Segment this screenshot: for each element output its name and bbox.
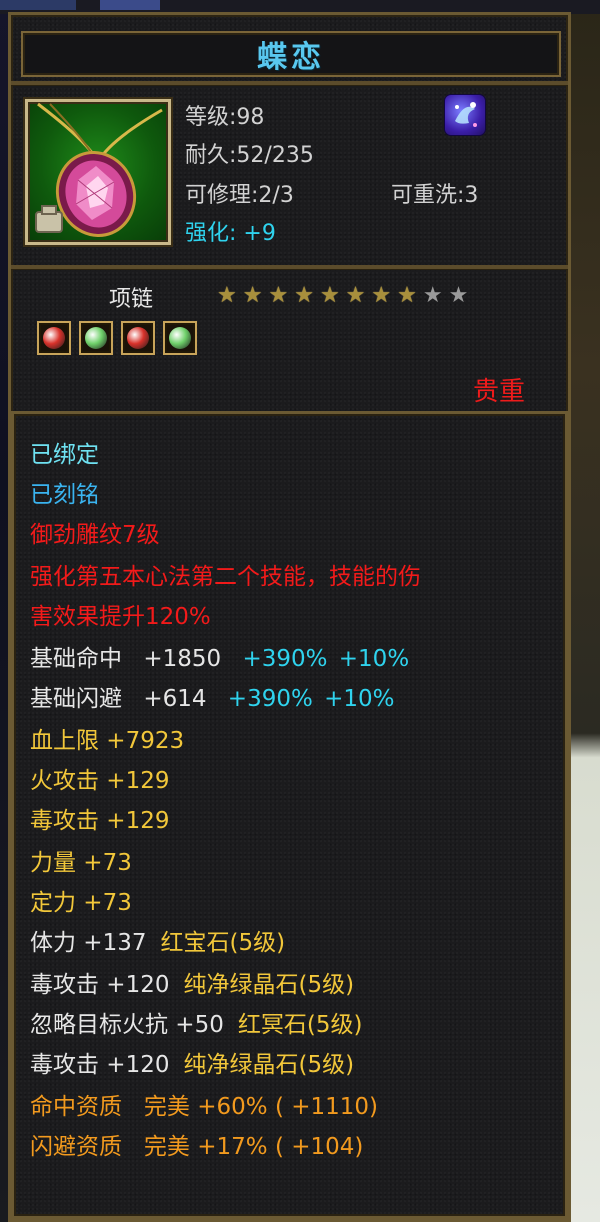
gem-slot[interactable] xyxy=(121,321,155,355)
gem-slot[interactable] xyxy=(37,321,71,355)
red-gem-icon xyxy=(43,327,65,349)
star-filled-icon: ★ xyxy=(268,283,289,308)
star-empty-icon: ★ xyxy=(422,283,443,308)
strength-stat: 力量 +73 xyxy=(30,850,132,876)
skill-effect-line2: 害效果提升120% xyxy=(30,604,211,630)
item-level: 等级:98 xyxy=(185,105,265,130)
skill-effect-line1: 强化第五本心法第二个技能，技能的伤 xyxy=(30,564,421,590)
gem-stat-row: 毒攻击 +120 纯净绿晶石(5级) xyxy=(30,1050,354,1080)
star-crystal-icon[interactable] xyxy=(445,95,485,135)
hp-stat: 血上限 +7923 xyxy=(30,728,185,754)
gem-name: 纯净绿晶石(5级) xyxy=(183,1052,355,1078)
item-enhance: 强化: +9 xyxy=(185,215,276,247)
red-gem-icon xyxy=(127,327,149,349)
engraved-status: 已刻铭 xyxy=(30,482,99,508)
dodge-bonus-extra: +10% xyxy=(324,686,395,712)
item-durability: 耐久:52/235 xyxy=(185,143,314,168)
hit-value: +1850 xyxy=(143,646,222,672)
hit-stat: 基础命中 +1850 +390% +10% xyxy=(30,644,409,674)
hit-bonus-percent: +390% xyxy=(242,646,328,672)
aptitude-dodge: 闪避资质 完美 +17% ( +104) xyxy=(30,1134,364,1160)
star-filled-icon: ★ xyxy=(371,283,392,308)
gem-stat: 忽略目标火抗 +50 xyxy=(30,1012,224,1038)
item-name: 蝶恋 xyxy=(257,40,325,75)
item-tooltip: 蝶恋 等级:98 耐久:52/235 可修理:2/3 可重洗:3 强化: +9 xyxy=(8,12,571,1222)
gem-name: 红宝石(5级) xyxy=(160,930,286,956)
focus-stat: 定力 +73 xyxy=(30,890,132,916)
gem-stat-row: 体力 +137 红宝石(5级) xyxy=(30,928,285,958)
gem-stat-row: 忽略目标火抗 +50 红冥石(5级) xyxy=(30,1010,362,1040)
gem-slot[interactable] xyxy=(79,321,113,355)
gem-slots xyxy=(37,321,197,355)
item-category: 项链 xyxy=(109,287,154,312)
dodge-label: 基础闪避 xyxy=(30,686,122,712)
star-crystal-glyph xyxy=(455,102,477,127)
fire-attack-stat: 火攻击 +129 xyxy=(30,768,170,794)
hit-label: 基础命中 xyxy=(30,646,122,672)
gem-slot[interactable] xyxy=(163,321,197,355)
background-right xyxy=(570,0,600,1222)
star-filled-icon: ★ xyxy=(294,283,314,308)
gem-stat-row: 毒攻击 +120 纯净绿晶石(5级) xyxy=(30,970,354,1000)
poison-attack-stat: 毒攻击 +129 xyxy=(30,808,170,834)
star-filled-icon: ★ xyxy=(242,283,263,308)
item-icon-frame[interactable] xyxy=(25,99,171,245)
enhance-label: 强化: xyxy=(185,221,237,246)
gem-name: 红冥石(5级) xyxy=(237,1012,363,1038)
green-gem-icon xyxy=(169,327,191,349)
pink-gem-necklace-icon xyxy=(35,102,163,237)
title-bar: 蝶恋 xyxy=(21,31,561,77)
attribute-section: 已绑定 已刻铭 御劲雕纹7级 强化第五本心法第二个技能，技能的伤 害效果提升12… xyxy=(11,411,568,1219)
background-window-fragment xyxy=(0,0,76,10)
gem-stat: 毒攻击 +120 xyxy=(30,1052,170,1078)
star-filled-icon: ★ xyxy=(319,283,340,308)
dodge-bonus-percent: +390% xyxy=(227,686,313,712)
gem-stat: 毒攻击 +120 xyxy=(30,972,170,998)
star-filled-icon: ★ xyxy=(345,283,366,308)
item-quality: 贵重 xyxy=(473,377,526,407)
gem-stat: 体力 +137 xyxy=(30,930,147,956)
dodge-value: +614 xyxy=(143,686,207,712)
enhance-value: +9 xyxy=(243,221,276,246)
background-window-fragment xyxy=(100,0,160,10)
bound-status: 已绑定 xyxy=(30,442,99,468)
divider xyxy=(11,81,568,85)
star-rating: ★ ★ ★ ★ ★ ★ ★ ★ ★ ★ xyxy=(217,285,468,307)
gem-name: 纯净绿晶石(5级) xyxy=(183,972,355,998)
green-gem-icon xyxy=(85,327,107,349)
aptitude-hit: 命中资质 完美 +60% ( +1110) xyxy=(30,1094,379,1120)
star-filled-icon: ★ xyxy=(217,283,237,308)
star-filled-icon: ★ xyxy=(397,283,417,308)
dodge-stat: 基础闪避 +614 +390% +10% xyxy=(30,684,395,714)
divider xyxy=(11,265,568,269)
item-rewash-count: 可重洗:3 xyxy=(391,183,479,208)
star-empty-icon: ★ xyxy=(448,283,469,308)
carving-level: 御劲雕纹7级 xyxy=(30,522,160,548)
item-repair-count: 可修理:2/3 xyxy=(185,183,294,208)
hit-bonus-extra: +10% xyxy=(338,646,410,672)
